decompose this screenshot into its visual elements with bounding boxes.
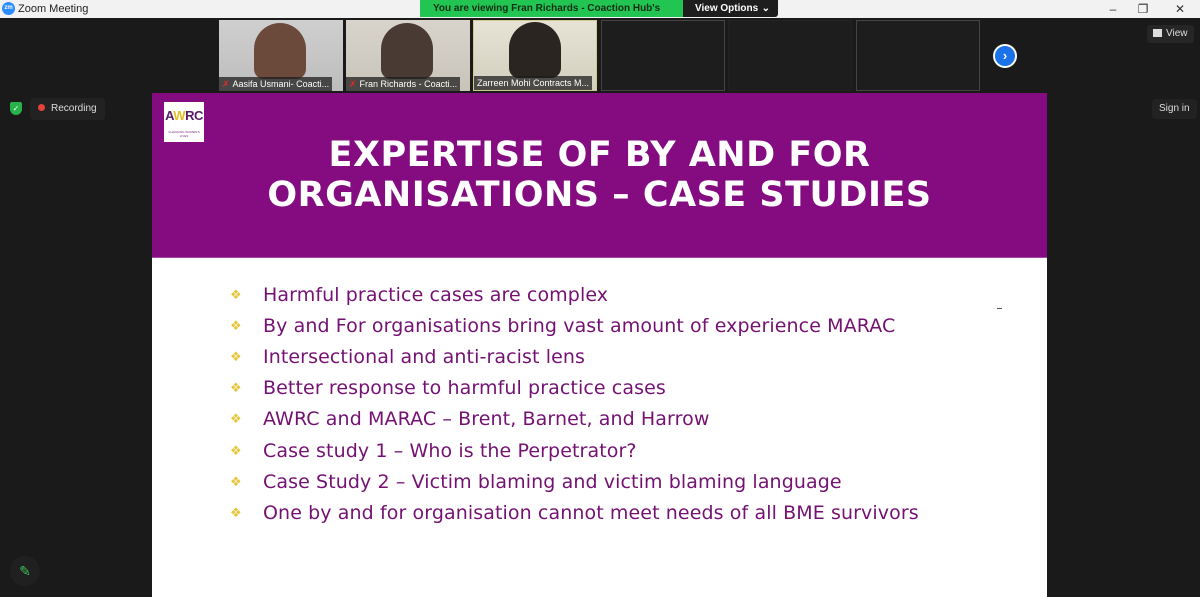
logo-text: AWRC [165,108,203,123]
view-button[interactable]: View [1147,25,1194,43]
slide-bullet: ❖ Harmful practice cases are complex [230,279,919,310]
participant-nameplate: ✗ Aasifa Usmani- Coacti... [219,77,333,91]
view-label: View [1166,28,1188,39]
diamond-bullet-icon: ❖ [230,411,242,427]
slide-bullet: ❖ Case study 1 – Who is the Perpetrator? [230,435,919,466]
next-page-button[interactable]: › [993,44,1017,68]
mic-off-icon: ✗ [222,79,230,89]
view-options-button[interactable]: View Options ⌄ [683,0,778,17]
zoom-logo-icon: zm [2,2,15,15]
view-options-label: View Options [695,3,759,14]
slide-header: AWRC CHANGING WOMEN'S LIVES EXPERTISE OF… [152,93,1047,258]
diamond-bullet-icon: ❖ [230,380,242,396]
slide-bullet: ❖ Intersectional and anti-racist lens [230,341,919,372]
bullet-text: One by and for organisation cannot meet … [263,501,919,524]
restore-button[interactable]: ❐ [1123,0,1163,18]
slide-bullet: ❖ By and For organisations bring vast amo… [230,310,919,341]
bullet-text: Harmful practice cases are complex [263,283,609,306]
pencil-icon: ✎ [19,563,31,579]
slide-bullet: ❖ One by and for organisation cannot meet… [230,497,919,528]
slide-bullet: ❖ Case Study 2 – Victim blaming and victi… [230,466,919,497]
shared-slide: AWRC CHANGING WOMEN'S LIVES EXPERTISE OF… [152,93,1047,597]
participant-video [381,23,433,79]
bullet-text: By and For organisations bring vast amou… [263,314,896,337]
diamond-bullet-icon: ❖ [230,473,242,489]
security-shield-icon[interactable]: ✓ [10,102,22,115]
bullet-text: Intersectional and anti-racist lens [263,345,586,368]
slide-title: EXPERTISE OF BY AND FOR ORGANISATIONS – … [152,135,1047,215]
diamond-bullet-icon: ❖ [230,442,242,458]
slide-title-line-1: EXPERTISE OF BY AND FOR [328,135,871,175]
slide-bullet: ❖ AWRC and MARAC – Brent, Barnet, and Har… [230,404,919,435]
participant-tile[interactable]: Zarreen Mohi Contracts M... [473,20,597,91]
stray-mark [997,308,1002,309]
bullet-text: AWRC and MARAC – Brent, Barnet, and Harr… [263,408,710,431]
participant-nameplate: ✗ Fran Richards - Coacti... [346,77,461,91]
slide-title-line-2: ORGANISATIONS – CASE STUDIES [267,175,932,215]
sign-in-button[interactable]: Sign in [1152,99,1197,119]
diamond-bullet-icon: ❖ [230,317,242,333]
participant-tile[interactable]: ✗ Fran Richards - Coacti... [346,20,470,91]
participant-name: Zarreen Mohi Contracts M... [477,78,590,88]
recording-indicator[interactable]: Recording [30,98,105,120]
slide-bullet: ❖ Better response to harmful practice cas… [230,373,919,404]
screen-share-banner: You are viewing Fran Richards - Coaction… [420,0,778,31]
participant-video [254,23,306,79]
annotate-button[interactable]: ✎ [10,556,40,586]
participant-name: Fran Richards - Coacti... [359,79,458,89]
close-button[interactable]: ✕ [1160,0,1200,18]
participant-nameplate: Zarreen Mohi Contracts M... [474,76,593,90]
diamond-bullet-icon: ❖ [230,348,242,364]
recording-label: Recording [51,103,97,114]
participant-video [509,22,561,78]
window-title: Zoom Meeting [18,3,89,15]
participant-tile[interactable] [856,20,980,91]
grid-view-icon [1153,29,1162,37]
slide-bullet-list: ❖ Harmful practice cases are complex ❖ By … [230,279,919,529]
share-banner-text: You are viewing Fran Richards - Coaction… [420,0,683,31]
bullet-text: Better response to harmful practice case… [263,377,666,400]
diamond-bullet-icon: ❖ [230,504,242,520]
chevron-right-icon: › [1002,48,1008,63]
participant-name: Aasifa Usmani- Coacti... [232,79,330,89]
participant-tile[interactable] [728,20,852,91]
diamond-bullet-icon: ❖ [230,286,242,302]
chevron-down-icon: ⌄ [761,3,770,14]
bullet-text: Case Study 2 – Victim blaming and victim… [263,470,842,493]
bullet-text: Case study 1 – Who is the Perpetrator? [263,439,637,462]
participant-tile[interactable]: ✗ Aasifa Usmani- Coacti... [219,20,343,91]
recording-dot-icon [38,104,45,111]
mic-off-icon: ✗ [349,79,357,89]
participant-tile[interactable] [601,20,725,91]
